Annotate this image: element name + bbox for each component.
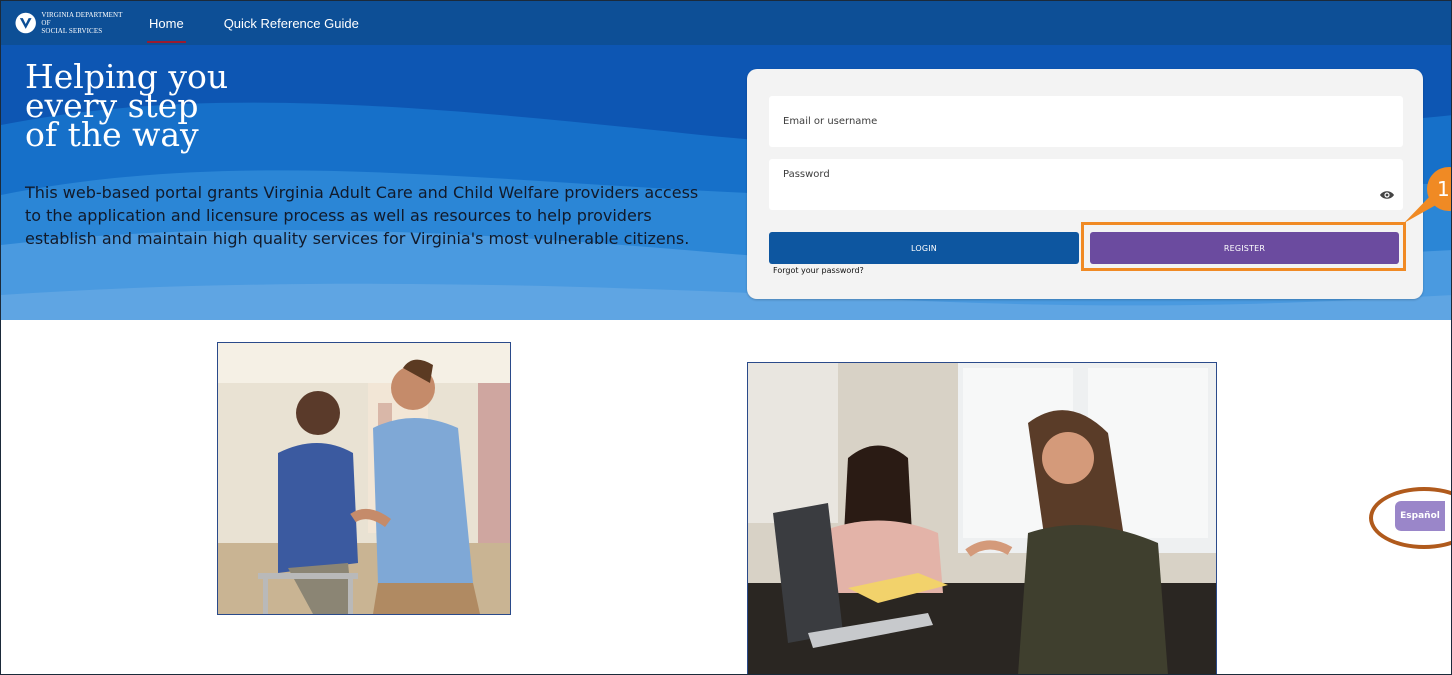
hero-title-line-3: of the way xyxy=(25,115,199,154)
nav-quick-reference-link[interactable]: Quick Reference Guide xyxy=(224,12,359,35)
register-button[interactable]: REGISTER xyxy=(1090,232,1399,264)
espanol-language-button[interactable]: Español xyxy=(1395,501,1445,531)
page-frame: VIRGINIA DEPARTMENT OF SOCIAL SERVICES H… xyxy=(0,0,1452,675)
logo-line-2: SOCIAL SERVICES xyxy=(41,27,103,35)
logo-line-1: VIRGINIA DEPARTMENT OF xyxy=(41,11,123,27)
login-button[interactable]: LOGIN xyxy=(769,232,1079,264)
caregiver-elder-illustration xyxy=(218,343,510,614)
email-input[interactable] xyxy=(769,96,1363,147)
mentor-student-illustration xyxy=(748,363,1216,674)
email-field-container xyxy=(769,96,1403,147)
logo-text: VIRGINIA DEPARTMENT OF SOCIAL SERVICES xyxy=(41,11,131,35)
forgot-password-link[interactable]: Forgot your password? xyxy=(773,266,864,275)
password-input[interactable] xyxy=(769,159,1363,189)
show-password-eye-icon[interactable] xyxy=(1379,189,1395,201)
top-nav: VIRGINIA DEPARTMENT OF SOCIAL SERVICES H… xyxy=(1,1,1451,45)
vdss-logo-icon xyxy=(15,12,36,34)
password-field-container xyxy=(769,159,1403,210)
caregiver-elder-photo xyxy=(217,342,511,615)
vdss-logo[interactable]: VIRGINIA DEPARTMENT OF SOCIAL SERVICES xyxy=(15,11,131,35)
mentor-student-photo xyxy=(747,362,1217,674)
hero-title: Helping you every step of the way xyxy=(25,60,385,151)
hero-description: This web-based portal grants Virginia Ad… xyxy=(25,183,699,248)
nav-home-link[interactable]: Home xyxy=(147,12,186,43)
login-card: LOGIN REGISTER Forgot your password? xyxy=(747,69,1423,299)
